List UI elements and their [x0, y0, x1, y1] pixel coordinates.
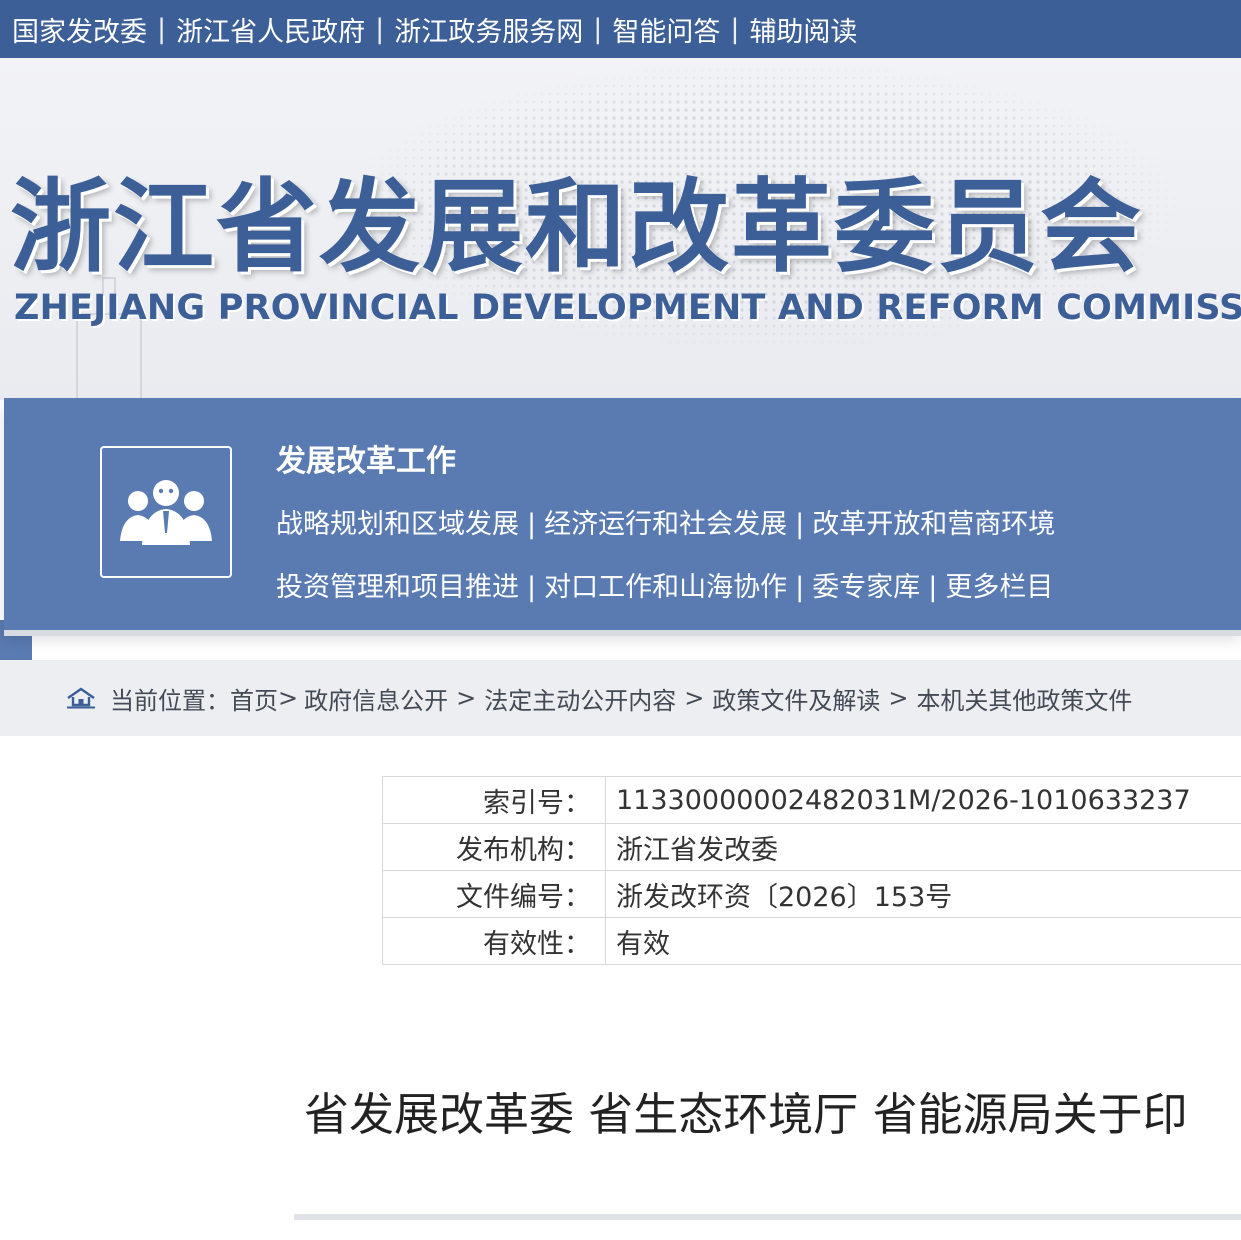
info-key: 发布机构：: [382, 823, 606, 871]
breadcrumb-label: 当前位置：: [110, 686, 230, 715]
separator: |: [375, 13, 385, 45]
people-group-icon[interactable]: [100, 446, 232, 578]
separator: |: [527, 572, 537, 603]
breadcrumb-arrow: >: [888, 684, 909, 712]
nav-item-strategy[interactable]: 战略规划和区域发展: [276, 509, 519, 540]
separator: |: [157, 13, 167, 45]
breadcrumb: 当前位置： 首页 > 政府信息公开 > 法定主动公开内容 > 政策文件及解读 > …: [0, 660, 1241, 736]
breadcrumb-arrow: >: [278, 684, 299, 712]
site-title[interactable]: 浙江省发展和改革委员会: [10, 146, 1143, 292]
breadcrumb-arrow: >: [456, 684, 477, 712]
link-ndrc[interactable]: 国家发改委: [12, 10, 147, 49]
nav-row-1: 战略规划和区域发展 | 经济运行和社会发展 | 改革开放和营商环境: [276, 502, 1055, 541]
breadcrumb-policy[interactable]: 政策文件及解读: [712, 681, 880, 716]
table-row: 发布机构： 浙江省发改委: [382, 823, 1241, 871]
link-smart-qa[interactable]: 智能问答: [612, 10, 720, 49]
top-link-bar: 国家发改委 | 浙江省人民政府 | 浙江政务服务网 | 智能问答 | 辅助阅读: [0, 0, 1241, 58]
info-key: 索引号：: [382, 776, 606, 824]
breadcrumb-arrow: >: [684, 684, 705, 712]
link-zj-gov[interactable]: 浙江省人民政府: [176, 10, 365, 49]
breadcrumb-gov-info[interactable]: 政府信息公开: [304, 681, 448, 716]
table-row: 索引号： 11330000002482031M/2026-1010633237: [382, 776, 1241, 824]
separator: |: [795, 572, 805, 603]
separator: |: [527, 509, 537, 540]
info-key: 文件编号：: [382, 870, 606, 918]
table-row: 有效性： 有效: [382, 917, 1241, 965]
nav-item-investment[interactable]: 投资管理和项目推进: [276, 572, 519, 603]
separator: |: [928, 572, 938, 603]
info-key: 有效性：: [382, 917, 606, 965]
info-value-validity: 有效: [605, 917, 1241, 965]
nav-item-cooperation[interactable]: 对口工作和山海协作: [544, 572, 787, 603]
title-divider: [294, 1214, 1241, 1220]
nav-item-reform[interactable]: 改革开放和营商环境: [812, 509, 1055, 540]
nav-item-economy[interactable]: 经济运行和社会发展: [544, 509, 787, 540]
home-icon: [66, 687, 96, 709]
info-value-publisher: 浙江省发改委: [605, 823, 1241, 871]
separator: |: [593, 13, 603, 45]
nav-item-more[interactable]: 更多栏目: [945, 572, 1053, 603]
separator: |: [795, 509, 805, 540]
breadcrumb-current[interactable]: 本机关其他政策文件: [916, 681, 1132, 716]
info-value-index: 11330000002482031M/2026-1010633237: [605, 776, 1241, 824]
separator: |: [730, 13, 740, 45]
breadcrumb-home[interactable]: 首页: [230, 681, 278, 716]
nav-panel: 发展改革工作 战略规划和区域发展 | 经济运行和社会发展 | 改革开放和营商环境 投资管…: [4, 398, 1241, 630]
breadcrumb-statutory[interactable]: 法定主动公开内容: [484, 681, 676, 716]
document-info-table: 索引号： 11330000002482031M/2026-1010633237 …: [382, 776, 1241, 965]
link-assist-reading[interactable]: 辅助阅读: [749, 10, 857, 49]
nav-row-2: 投资管理和项目推进 | 对口工作和山海协作 | 委专家库 | 更多栏目: [276, 565, 1053, 604]
nav-item-experts[interactable]: 委专家库: [812, 572, 920, 603]
link-zj-service[interactable]: 浙江政务服务网: [394, 10, 583, 49]
nav-heading[interactable]: 发展改革工作: [276, 436, 456, 480]
site-subtitle: ZHEJIANG PROVINCIAL DEVELOPMENT AND REFO…: [14, 288, 1241, 328]
table-row: 文件编号： 浙发改环资〔2026〕153号: [382, 870, 1241, 918]
info-value-doc-number: 浙发改环资〔2026〕153号: [605, 870, 1241, 918]
document-title: 省发展改革委 省生态环境厅 省能源局关于印: [304, 1088, 1188, 1141]
site-header: 浙江省发展和改革委员会 ZHEJIANG PROVINCIAL DEVELOPM…: [0, 58, 1241, 400]
